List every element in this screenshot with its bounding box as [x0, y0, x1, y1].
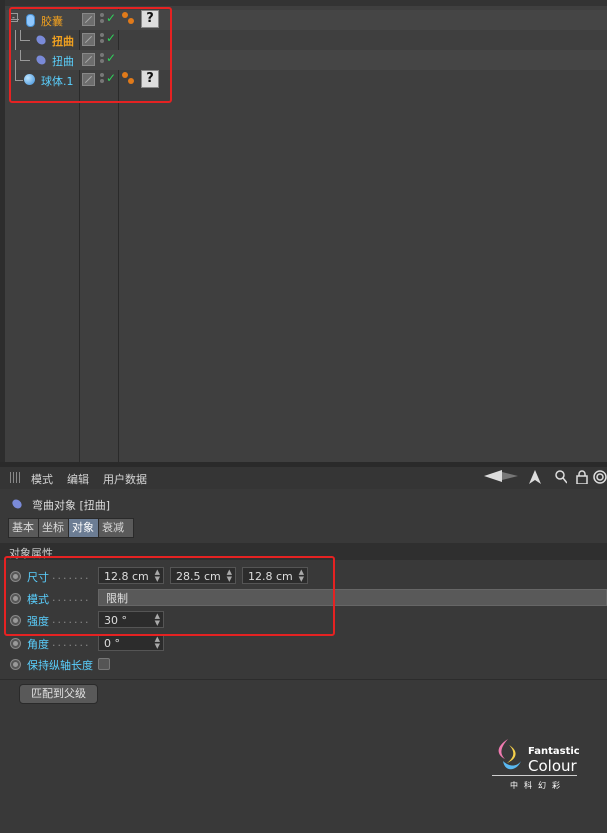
menu-mode[interactable]: 模式: [31, 471, 53, 487]
separator: [0, 679, 607, 680]
keep-length-checkbox[interactable]: [98, 658, 110, 670]
angle-label: 角度: [27, 638, 49, 651]
angle-value: 0 °: [104, 637, 120, 650]
panel-grip-icon[interactable]: [10, 472, 22, 483]
label-dots: .......: [52, 636, 91, 649]
highlight-box-tree: [9, 7, 172, 103]
object-title: 弯曲对象 [扭曲]: [32, 499, 111, 512]
angle-keyframe-radio[interactable]: [10, 638, 21, 649]
keep-length-keyframe-radio[interactable]: [10, 659, 21, 670]
fit-to-parent-button[interactable]: 匹配到父级: [19, 684, 98, 704]
cursor-arrow-icon[interactable]: [529, 470, 541, 488]
brand-name-line1: Fantastic: [528, 746, 580, 757]
target-icon[interactable]: [593, 470, 607, 488]
spinner-icon[interactable]: ▲ ▼: [155, 636, 160, 650]
menu-edit[interactable]: 编辑: [67, 471, 89, 487]
search-icon[interactable]: [555, 470, 568, 488]
top-edge: [5, 0, 607, 6]
brand-underline: [492, 775, 577, 776]
brand-logo-icon: [491, 737, 525, 778]
lock-icon[interactable]: [576, 470, 588, 488]
highlight-box-props: [4, 556, 335, 636]
brand-name-cn: 中科幻彩: [510, 781, 566, 790]
angle-field[interactable]: 0 ° ▲ ▼: [98, 634, 164, 651]
tab-falloff[interactable]: 衰减: [98, 518, 134, 538]
back-arrow-icon[interactable]: [484, 469, 520, 487]
menu-user-data[interactable]: 用户数据: [103, 471, 147, 487]
brand-name-line2: Colour: [528, 757, 577, 775]
object-manager: - 胶囊 ✓ ? 扭曲 ✓ 扭曲 ✓ 球体.1 ✓ ?: [0, 0, 607, 462]
keep-length-label: 保持纵轴长度: [27, 659, 93, 672]
left-edge: [0, 0, 5, 462]
